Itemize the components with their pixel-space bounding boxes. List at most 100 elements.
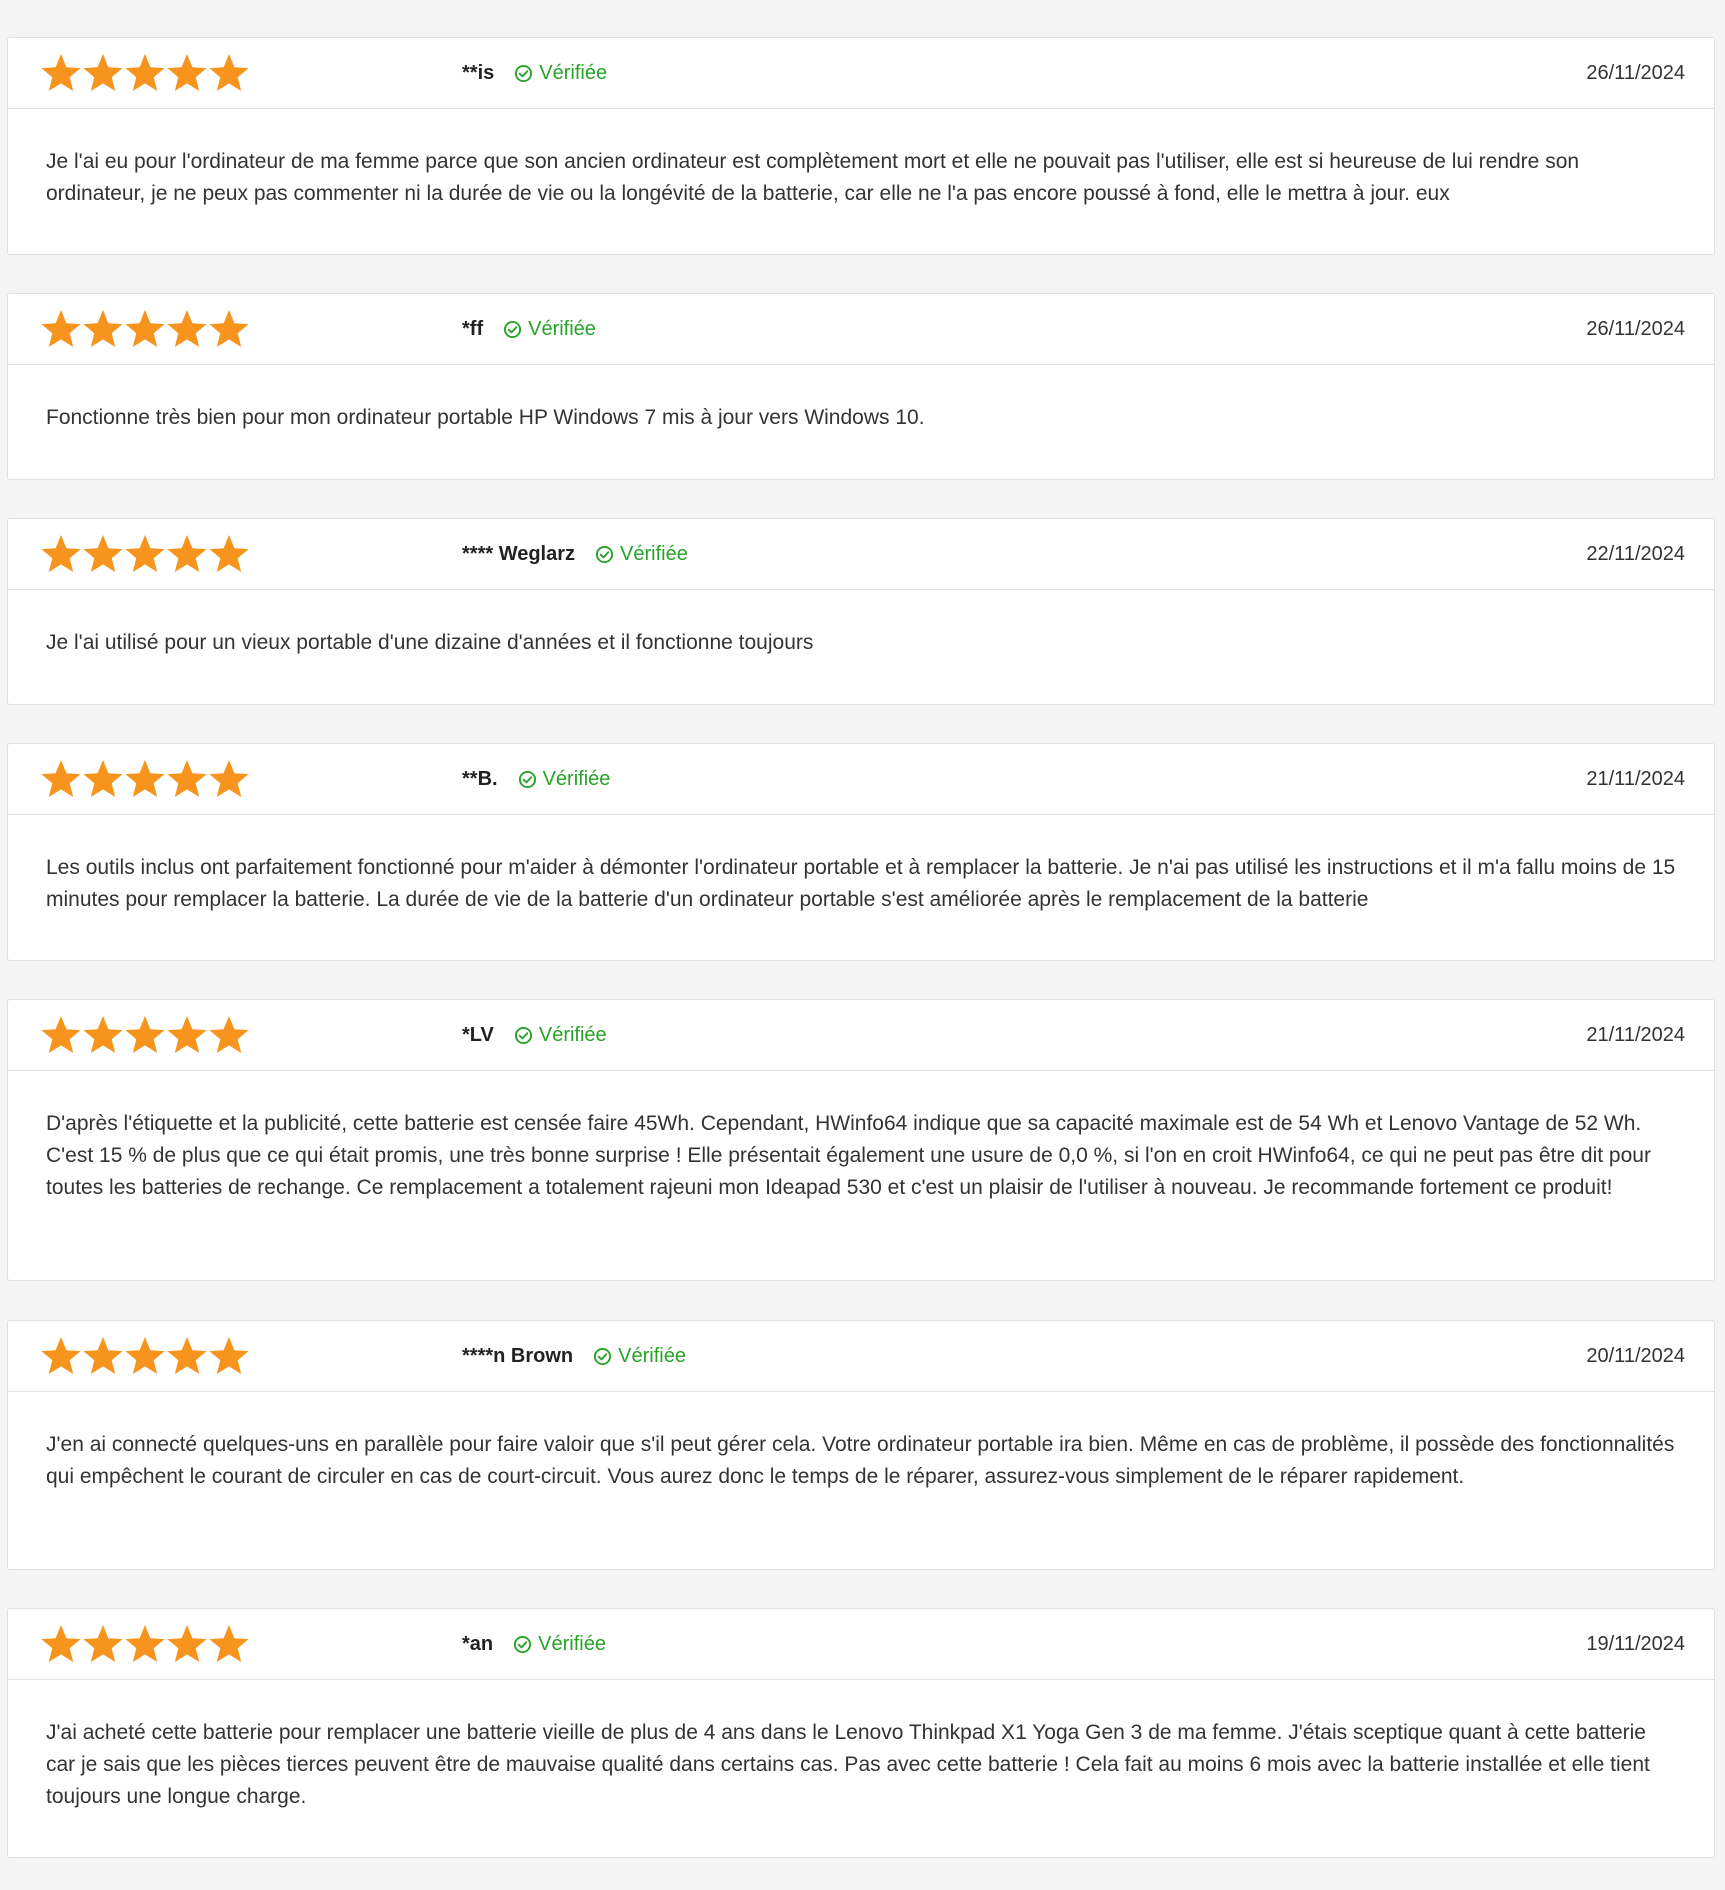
review-author-block: *ff Vérifiée bbox=[462, 294, 596, 364]
review-header: ****n Brown Vérifiée 20/11/2024 bbox=[8, 1321, 1714, 1392]
reviewer-name: *LV bbox=[462, 1024, 494, 1046]
review-author-block: **is Vérifiée bbox=[462, 38, 607, 108]
verified-label: Vérifiée bbox=[542, 768, 611, 790]
star-rating bbox=[40, 1335, 250, 1377]
reviewer-name: **is bbox=[462, 62, 495, 84]
star-icon bbox=[125, 1337, 165, 1374]
check-circle-icon bbox=[514, 1026, 532, 1044]
star-icon bbox=[41, 310, 81, 347]
star-icon bbox=[167, 535, 207, 572]
star-icon bbox=[209, 54, 249, 91]
review-header: **is Vérifiée 26/11/2024 bbox=[8, 38, 1714, 109]
star-icon bbox=[83, 1625, 123, 1662]
verified-label: Vérifiée bbox=[618, 1345, 686, 1367]
star-icon bbox=[125, 310, 165, 347]
star-icon bbox=[83, 310, 123, 347]
reviewer-name: *ff bbox=[462, 318, 484, 340]
star-icon bbox=[83, 54, 123, 91]
review-header: *ff Vérifiée 26/11/2024 bbox=[8, 294, 1714, 365]
verified-label: Vérifiée bbox=[539, 62, 608, 84]
review-date: 26/11/2024 bbox=[1586, 318, 1685, 340]
check-circle-icon bbox=[515, 64, 533, 82]
review-date: 21/11/2024 bbox=[1586, 768, 1685, 790]
star-icon bbox=[41, 535, 81, 572]
star-icon bbox=[167, 760, 207, 797]
star-icon bbox=[167, 1337, 207, 1374]
review-author-block: *an Vérifiée bbox=[462, 1609, 606, 1679]
review-text: Je l'ai eu pour l'ordinateur de ma femme… bbox=[46, 150, 1580, 205]
star-icon bbox=[209, 1625, 249, 1662]
review-date: 20/11/2024 bbox=[1586, 1345, 1685, 1367]
star-icon bbox=[83, 1337, 123, 1374]
star-icon bbox=[167, 54, 207, 91]
review-date: 22/11/2024 bbox=[1586, 543, 1685, 565]
check-circle-icon bbox=[518, 770, 536, 788]
review-card: *LV Vérifiée 21/11/2024 D'après l'étiquette… bbox=[7, 999, 1715, 1281]
star-icon bbox=[83, 535, 123, 572]
verified-badge: Vérifiée bbox=[518, 744, 611, 814]
check-circle-icon bbox=[594, 1347, 612, 1365]
review-header: *LV Vérifiée 21/11/2024 bbox=[8, 1000, 1714, 1071]
review-card: *an Vérifiée 19/11/2024 J'ai acheté cette b… bbox=[7, 1608, 1715, 1858]
check-circle-icon bbox=[504, 320, 522, 338]
verified-label: Vérifiée bbox=[538, 1024, 607, 1046]
reviews-list: **is Vérifiée 26/11/2024 Je l'ai eu pour l'… bbox=[0, 0, 1725, 1890]
star-icon bbox=[167, 1625, 207, 1662]
star-rating bbox=[40, 758, 250, 800]
star-icon bbox=[41, 1337, 81, 1374]
star-rating bbox=[40, 52, 250, 94]
star-icon bbox=[209, 760, 249, 797]
star-icon bbox=[83, 1016, 123, 1053]
star-icon bbox=[125, 1625, 165, 1662]
star-icon bbox=[41, 760, 81, 797]
star-icon bbox=[167, 310, 207, 347]
reviewer-name: *an bbox=[462, 1633, 494, 1655]
star-icon bbox=[167, 1016, 207, 1053]
star-icon bbox=[41, 1016, 81, 1053]
star-icon bbox=[41, 54, 81, 91]
star-icon bbox=[209, 1016, 249, 1053]
verified-badge: Vérifiée bbox=[593, 1321, 686, 1391]
verified-label: Vérifiée bbox=[620, 543, 688, 565]
check-circle-icon bbox=[514, 1635, 532, 1653]
star-rating bbox=[40, 533, 250, 575]
reviewer-name: **** Weglarz bbox=[462, 543, 576, 565]
review-author-block: ****n Brown Vérifiée bbox=[462, 1321, 686, 1391]
review-date: 26/11/2024 bbox=[1586, 62, 1685, 84]
reviewer-name: ****n Brown bbox=[462, 1345, 574, 1367]
verified-badge: Vérifiée bbox=[513, 1609, 606, 1679]
review-date: 21/11/2024 bbox=[1586, 1024, 1685, 1046]
review-card: **** Weglarz Vérifiée 22/11/2024 Je l'ai ut… bbox=[7, 518, 1715, 705]
star-rating bbox=[40, 308, 250, 350]
review-header: **** Weglarz Vérifiée 22/11/2024 bbox=[8, 519, 1714, 590]
verified-badge: Vérifiée bbox=[503, 294, 596, 364]
check-circle-icon bbox=[595, 545, 614, 563]
review-text: D'après l'étiquette et la publicité, cet… bbox=[46, 1112, 1651, 1199]
review-author-block: *LV Vérifiée bbox=[462, 1000, 607, 1070]
star-icon bbox=[125, 535, 165, 572]
star-icon bbox=[209, 310, 249, 347]
review-header: **B. Vérifiée 21/11/2024 bbox=[8, 744, 1714, 815]
review-card: **is Vérifiée 26/11/2024 Je l'ai eu pour l'… bbox=[7, 37, 1715, 255]
star-icon bbox=[125, 1016, 165, 1053]
verified-badge: Vérifiée bbox=[514, 38, 607, 108]
star-icon bbox=[83, 760, 123, 797]
review-text: Fonctionne très bien pour mon ordinateur… bbox=[46, 406, 925, 429]
review-text: J'en ai connecté quelques-uns en parallè… bbox=[46, 1433, 1675, 1488]
review-date: 19/11/2024 bbox=[1586, 1633, 1685, 1655]
verified-label: Vérifiée bbox=[538, 1633, 606, 1655]
review-card: **B. Vérifiée 21/11/2024 Les outils inclus … bbox=[7, 743, 1715, 961]
reviewer-name: **B. bbox=[462, 768, 498, 790]
review-text: J'ai acheté cette batterie pour remplace… bbox=[46, 1721, 1650, 1808]
review-author-block: **B. Vérifiée bbox=[462, 744, 610, 814]
verified-badge: Vérifiée bbox=[595, 519, 688, 589]
star-icon bbox=[125, 54, 165, 91]
star-icon bbox=[125, 760, 165, 797]
verified-label: Vérifiée bbox=[528, 318, 596, 340]
star-icon bbox=[209, 1337, 249, 1374]
review-header: *an Vérifiée 19/11/2024 bbox=[8, 1609, 1714, 1680]
star-rating bbox=[40, 1623, 250, 1665]
verified-badge: Vérifiée bbox=[514, 1000, 607, 1070]
review-author-block: **** Weglarz Vérifiée bbox=[462, 519, 688, 589]
review-card: ****n Brown Vérifiée 20/11/2024 J'en ai con… bbox=[7, 1320, 1715, 1570]
